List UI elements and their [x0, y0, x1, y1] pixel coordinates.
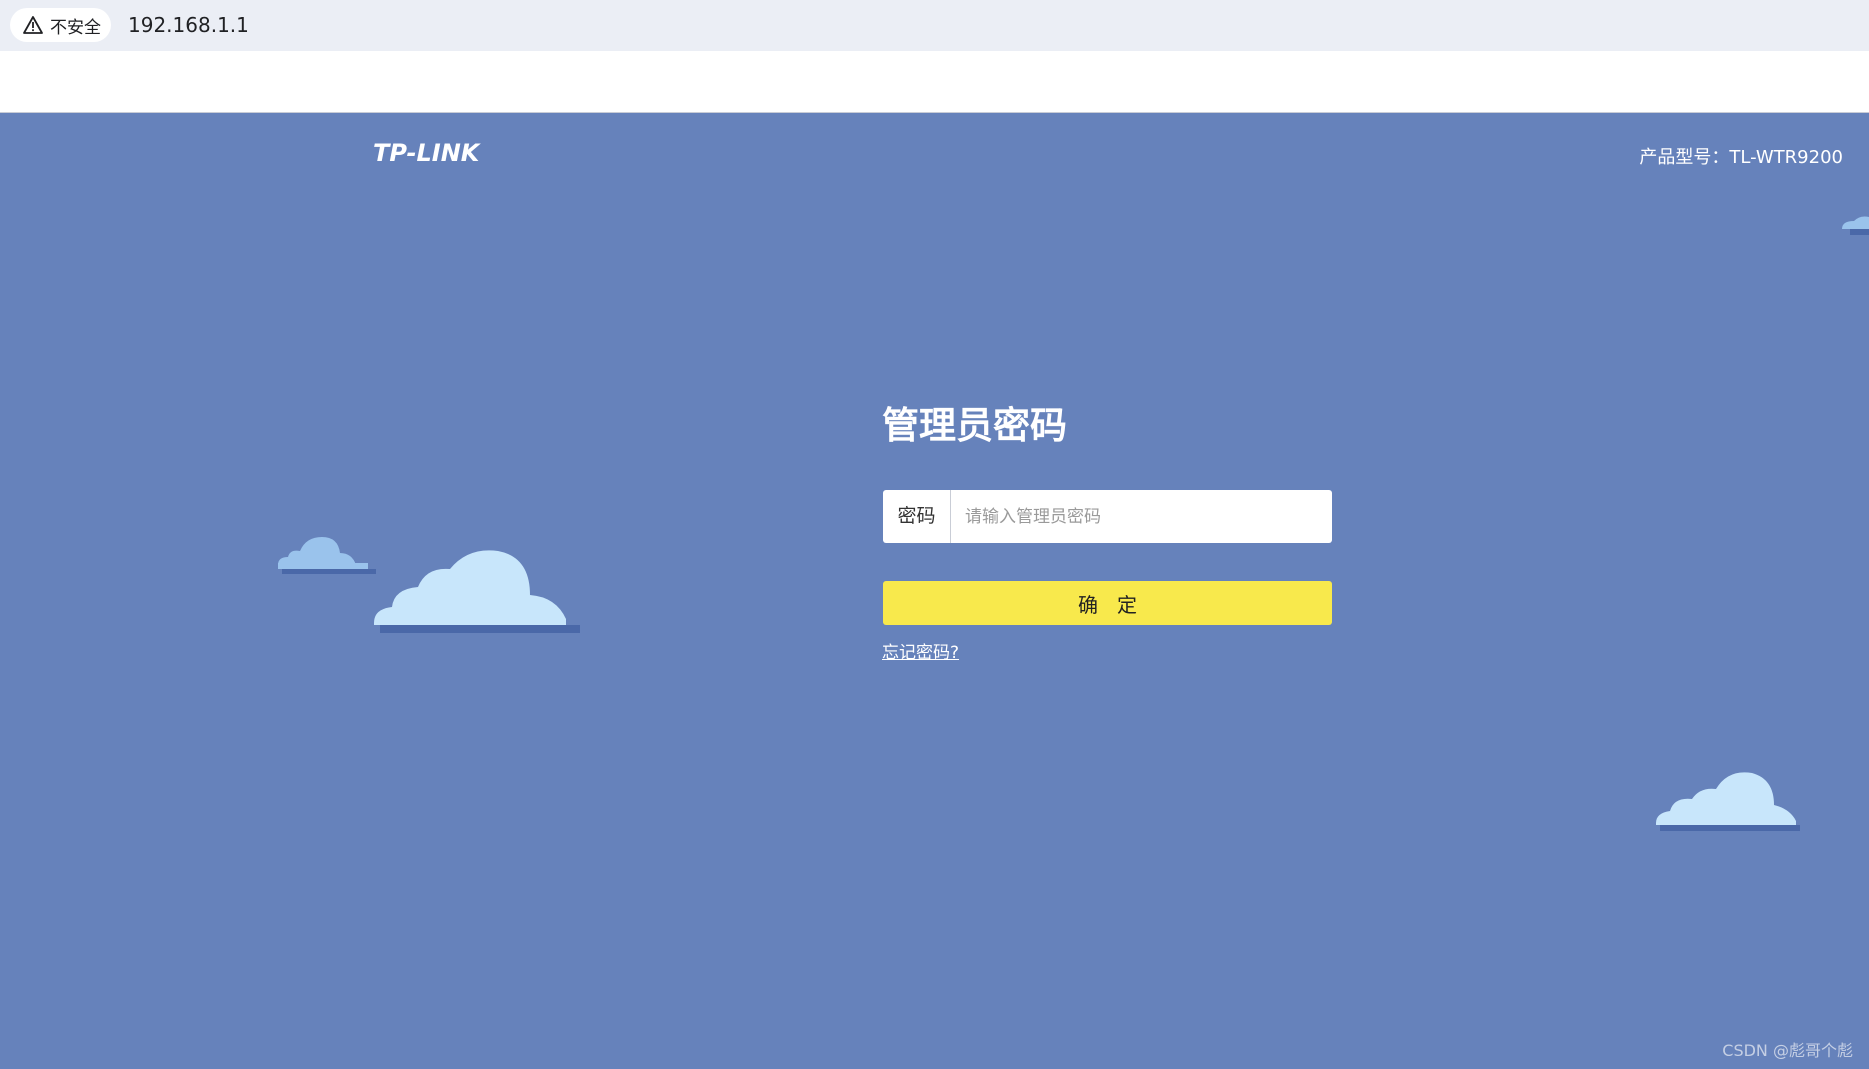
address-bar-url[interactable]: 192.168.1.1 — [128, 11, 249, 39]
cloud-small-left — [278, 537, 376, 574]
security-label: 不安全 — [50, 17, 101, 38]
browser-toolbar: 不安全 192.168.1.1 — [0, 0, 1869, 51]
password-label: 密码 — [883, 490, 951, 543]
tp-link-logo: TP-LINK — [373, 139, 480, 167]
csdn-watermark: CSDN @彪哥个彪 — [1722, 1041, 1853, 1060]
confirm-button[interactable]: 确 定 — [883, 581, 1332, 625]
password-field-group: 密码 — [883, 490, 1332, 543]
product-model-text: 产品型号：TL-WTR9200 — [1639, 147, 1843, 168]
security-indicator[interactable]: 不安全 — [10, 8, 111, 42]
page-title: 管理员密码 — [882, 404, 1067, 447]
warning-triangle-icon — [23, 16, 43, 34]
cloud-partial-top-right — [1842, 216, 1869, 235]
router-login-page: TP-LINK 产品型号：TL-WTR9200 管理员密码 密码 确 定 忘记密… — [0, 113, 1869, 1069]
password-input[interactable] — [951, 491, 1332, 542]
forgot-password-link[interactable]: 忘记密码? — [882, 638, 959, 663]
cloud-large-left — [374, 550, 580, 633]
cloud-right — [1656, 772, 1800, 831]
browser-content-gap — [0, 51, 1869, 114]
